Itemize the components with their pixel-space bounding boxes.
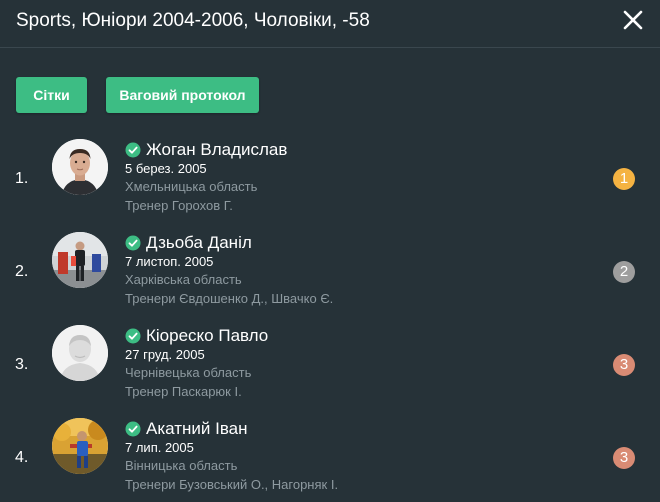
athlete-name[interactable]: Кіореско Павло [146,326,268,346]
athlete-name[interactable]: Акатний Іван [146,419,248,439]
portrait-photo-icon [52,139,108,195]
region: Харківська область [125,272,242,287]
gold-medal-badge: 1 [613,168,635,190]
silver-medal-badge: 2 [613,261,635,283]
outdoor-photo-icon [52,418,108,474]
avatar [52,139,108,195]
coach: Тренер Горохов Г. [125,198,233,213]
place-number: 1. [15,170,29,187]
bronze-medal-badge: 3 [613,354,635,376]
place-number: 4. [15,449,29,466]
close-icon [623,10,643,30]
birth-date: 7 листоп. 2005 [125,254,214,269]
verified-check-icon [125,328,141,344]
modal-header: Sports, Юніори 2004-2006, Чоловіки, -58 [0,0,660,48]
birth-date: 5 берез. 2005 [125,161,207,176]
region: Чернівецька область [125,365,252,380]
bronze-medal-badge: 3 [613,447,635,469]
place-number: 3. [15,356,29,373]
athlete-row[interactable]: 3. Кіореско Павло 27 груд. 2005 Чернівец… [0,316,660,409]
avatar [52,232,108,288]
avatar [52,325,108,381]
close-button[interactable] [617,4,649,36]
grids-button[interactable]: Сітки [16,77,87,113]
region: Вінницька область [125,458,238,473]
region: Хмельницька область [125,179,258,194]
default-avatar-icon [52,325,108,381]
coach: Тренери Євдошенко Д., Швачко Є. [125,291,334,306]
coach: Тренери Бузовський О., Нагорняк І. [125,477,339,492]
birth-date: 7 лип. 2005 [125,440,194,455]
birth-date: 27 груд. 2005 [125,347,205,362]
avatar [52,418,108,474]
athlete-row[interactable]: 1. Жоган Владислав 5 берез. 2005 Хмельни… [0,130,660,223]
athlete-name[interactable]: Дзьоба Даніл [146,233,252,253]
verified-check-icon [125,142,141,158]
athlete-row[interactable]: 4. Акатний Іван 7 лип. 2005 Вінницька об… [0,409,660,502]
page-title: Sports, Юніори 2004-2006, Чоловіки, -58 [16,10,370,31]
verified-check-icon [125,421,141,437]
weigh-protocol-button[interactable]: Ваговий протокол [106,77,259,113]
place-number: 2. [15,263,29,280]
athlete-row[interactable]: 2. Дзьоба Даніл 7 листоп. 2005 Харківськ… [0,223,660,316]
coach: Тренер Паскарюк І. [125,384,242,399]
verified-check-icon [125,235,141,251]
athlete-name[interactable]: Жоган Владислав [146,140,287,160]
full-body-photo-icon [52,232,108,288]
